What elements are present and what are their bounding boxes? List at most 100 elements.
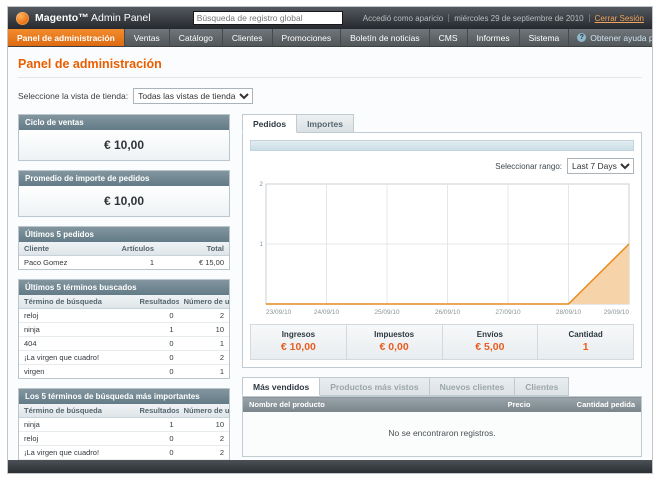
cell-resultados: 0	[134, 364, 179, 378]
store-view-select[interactable]: Todas las vistas de tienda	[133, 88, 254, 104]
table-row[interactable]: 404 0 1	[19, 336, 229, 351]
cell-termino: ¡La virgen que cuadro!	[19, 350, 135, 365]
range-row: Seleccionar rango: Last 7 Days	[250, 158, 634, 174]
svg-text:1: 1	[259, 241, 263, 248]
table-row[interactable]: reloj 0 2	[19, 308, 229, 323]
card-title: Promedio de importe de pedidos	[19, 171, 229, 186]
lifetime-sales-card: Ciclo de ventas € 10,00	[18, 114, 230, 161]
brand-text: Magento™ Admin Panel	[35, 12, 151, 24]
last-orders-card: Últimos 5 pedidos Cliente Artículos Tota…	[18, 226, 230, 270]
separator	[588, 14, 590, 22]
stat-value: 1	[582, 341, 589, 353]
stat-label: Cantidad	[568, 330, 603, 339]
table-header-row: Término de búsqueda Resultados Número de…	[19, 404, 229, 418]
dashboard-main: Pedidos Importes Seleccionar rango: Last…	[242, 114, 642, 457]
card-title: Ciclo de ventas	[19, 115, 229, 130]
nav-item-cms[interactable]: CMS	[430, 29, 468, 46]
range-select[interactable]: Last 7 Days	[567, 158, 634, 174]
table-row[interactable]: ¡La virgen que cuadro! 0 2	[19, 445, 229, 460]
page-title: Panel de administración	[18, 57, 642, 78]
card-title: Los 5 términos de búsqueda más important…	[19, 389, 229, 404]
cell-termino: ninja	[19, 322, 135, 337]
cell-usos: 1	[178, 364, 229, 378]
current-date: miércoles 29 de septiembre de 2010	[454, 13, 584, 23]
help-icon: ?	[577, 33, 587, 42]
stats-row: Ingresos € 10,00 Impuestos € 0,00 Envíos…	[250, 324, 634, 360]
global-search-input[interactable]	[192, 11, 343, 25]
col-precio: Precio	[456, 396, 537, 412]
empty-message: No se encontraron registros.	[242, 412, 642, 457]
stat-envios: Envíos € 5,00	[441, 325, 538, 359]
store-view-label: Seleccione la vista de tienda:	[18, 91, 129, 101]
col-nombre-del-producto: Nombre del producto	[242, 396, 457, 412]
help-link[interactable]: ? Obtener ayuda para esta página	[569, 29, 652, 46]
nav-item-informes[interactable]: Informes	[468, 29, 520, 46]
nav-item-promociones[interactable]: Promociones	[273, 29, 342, 46]
top-search-terms-card: Los 5 términos de búsqueda más important…	[18, 388, 230, 460]
tab-pedidos[interactable]: Pedidos	[242, 114, 298, 133]
separator	[448, 14, 450, 22]
nav-item-catalogo[interactable]: Catálogo	[170, 29, 223, 46]
cell-termino: ¡La virgen que cuadro!	[19, 445, 135, 460]
col-resultados: Resultados	[134, 404, 179, 418]
stat-cantidad: Cantidad 1	[537, 325, 633, 359]
cell-termino: virgen	[19, 364, 135, 378]
col-cantidad-pedida: Cantidad pedida	[536, 396, 642, 412]
stat-value: € 10,00	[280, 341, 316, 353]
table-header-row: Cliente Artículos Total	[19, 242, 229, 256]
panel-strip	[250, 140, 634, 151]
cell-resultados: 1	[134, 322, 179, 337]
cell-total: € 15,00	[159, 255, 229, 269]
average-orders-card: Promedio de importe de pedidos € 10,00	[18, 170, 230, 217]
chart-tabs: Pedidos Importes	[242, 114, 642, 133]
table-row[interactable]: ninja 1 10	[19, 322, 229, 337]
stat-value: € 5,00	[475, 341, 505, 353]
cell-usos: 10	[178, 417, 229, 432]
magento-logo-icon	[16, 11, 29, 25]
nav-item-panel-de-administracion[interactable]: Panel de administración	[8, 29, 125, 46]
stat-label: Ingresos	[281, 330, 316, 339]
nav-item-ventas[interactable]: Ventas	[125, 29, 170, 46]
stat-impuestos: Impuestos € 0,00	[345, 325, 442, 359]
col-numero-de-usos: Número de usos	[178, 404, 229, 418]
session-info: Accedió como aparicio miércoles 29 de se…	[363, 14, 644, 23]
col-articulos: Artículos	[89, 242, 159, 256]
nav-item-sistema[interactable]: Sistema	[520, 29, 570, 46]
logged-in-as: Accedió como aparicio	[362, 13, 444, 23]
dashboard-sidebar: Ciclo de ventas € 10,00 Promedio de impo…	[18, 114, 230, 460]
tab-importes[interactable]: Importes	[297, 114, 354, 133]
cell-termino: 404	[19, 336, 135, 351]
col-total: Total	[159, 242, 229, 256]
brand-suffix: Admin Panel	[91, 12, 151, 24]
grid-tabs: Más vendidos Productos más vistos Nuevos…	[242, 377, 642, 396]
logout-link[interactable]: Cerrar Sesión	[595, 14, 644, 23]
brand-name: Magento™	[35, 12, 89, 24]
table-row[interactable]: Paco Gomez 1 € 15,00	[19, 255, 229, 269]
cell-usos: 2	[178, 445, 229, 460]
footer-bar	[8, 460, 652, 473]
svg-text:29/09/10: 29/09/10	[604, 309, 630, 316]
tab-productos-mas-vistos[interactable]: Productos más vistos	[320, 377, 430, 396]
cell-resultados: 0	[134, 350, 179, 365]
table-row[interactable]: ¡La virgen que cuadro! 0 2	[19, 350, 229, 365]
col-resultados: Resultados	[134, 295, 179, 309]
tab-mas-vendidos[interactable]: Más vendidos	[242, 377, 321, 396]
last-search-terms-card: Últimos 5 términos buscados Término de b…	[18, 279, 230, 379]
table-row[interactable]: virgen 0 1	[19, 364, 229, 378]
tab-nuevos-clientes[interactable]: Nuevos clientes	[429, 377, 516, 396]
cell-usos: 2	[178, 431, 229, 446]
stat-label: Envíos	[476, 330, 503, 339]
cell-resultados: 0	[134, 445, 179, 460]
average-orders-value: € 10,00	[19, 186, 229, 216]
orders-chart: 1 2 23/09/10 24/09/10 25/09/10 26/09/10 27/09/…	[259, 181, 630, 316]
table-row[interactable]: ninja 1 10	[19, 417, 229, 432]
nav-item-boletin-de-noticias[interactable]: Boletín de noticias	[341, 29, 430, 46]
tab-clientes[interactable]: Clientes	[515, 377, 570, 396]
cell-usos: 2	[178, 308, 229, 323]
cell-termino: reloj	[19, 308, 135, 323]
svg-text:27/09/10: 27/09/10	[495, 309, 521, 316]
nav-item-clientes[interactable]: Clientes	[223, 29, 273, 46]
cell-resultados: 0	[134, 336, 179, 351]
table-row[interactable]: reloj 0 2	[19, 431, 229, 446]
top-search-terms-table: Término de búsqueda Resultados Número de…	[19, 404, 229, 460]
